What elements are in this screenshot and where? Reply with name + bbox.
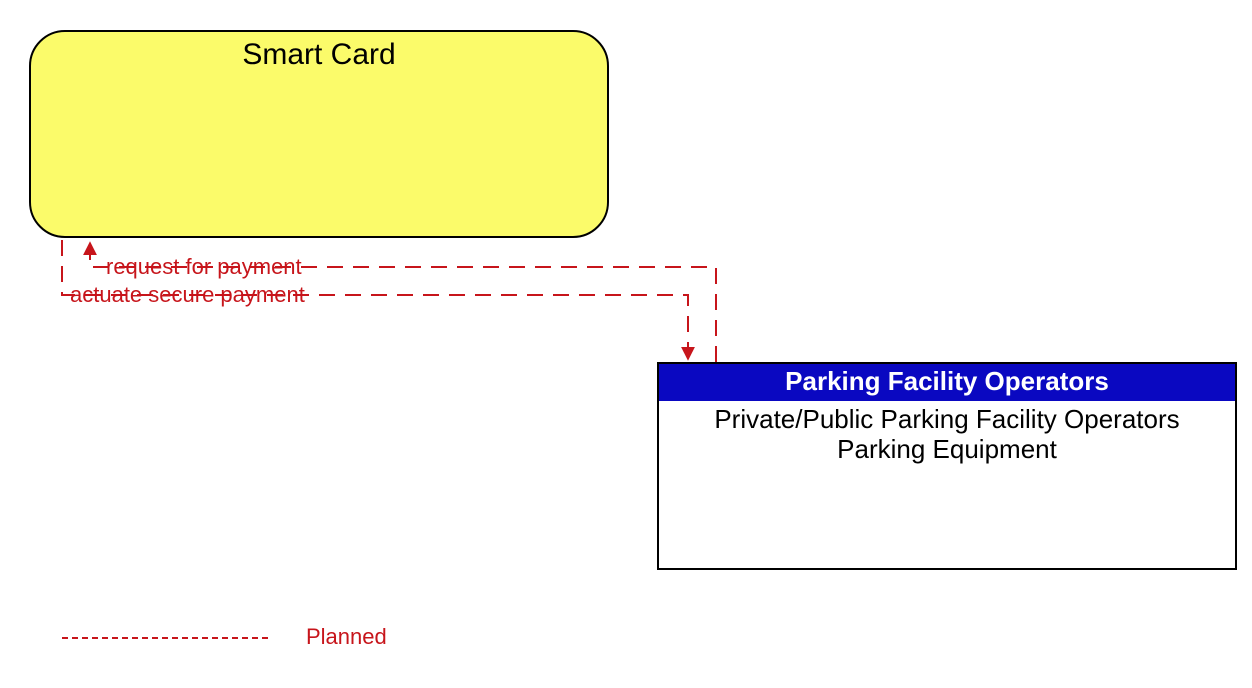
node-smart-card: Smart Card bbox=[29, 30, 609, 238]
node-smart-card-title: Smart Card bbox=[31, 38, 607, 72]
flow-label-actuate-secure-payment: actuate secure payment bbox=[70, 282, 305, 308]
node-parking-facility-body: Private/Public Parking Facility Operator… bbox=[659, 401, 1235, 469]
diagram-canvas: Smart Card Parking Facility Operators Pr… bbox=[0, 0, 1252, 688]
legend-planned-label: Planned bbox=[306, 624, 387, 650]
node-parking-facility: Parking Facility Operators Private/Publi… bbox=[657, 362, 1237, 570]
legend-planned-line bbox=[62, 637, 268, 639]
flow-label-request-for-payment: request for payment bbox=[106, 254, 302, 280]
node-parking-facility-header: Parking Facility Operators bbox=[659, 364, 1235, 401]
